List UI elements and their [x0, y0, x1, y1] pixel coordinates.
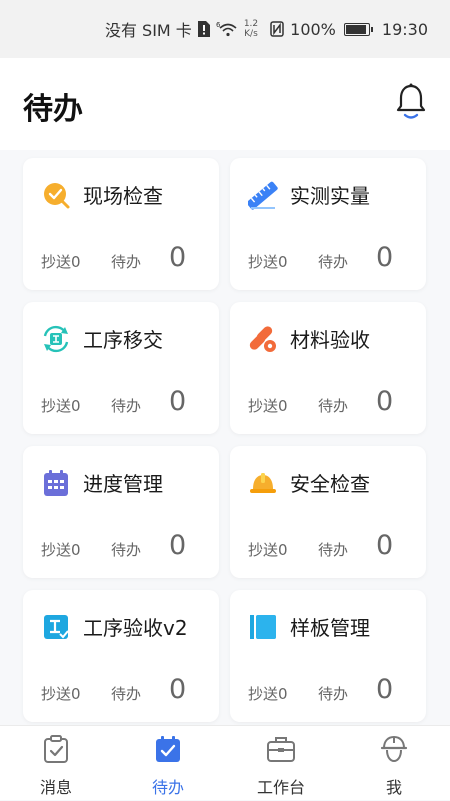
- speed-unit: K/s: [244, 29, 258, 39]
- card-name: 安全检查: [290, 472, 370, 496]
- sample-board-icon: [250, 615, 276, 639]
- pending-label: 待办: [111, 541, 142, 559]
- pending-count: 0: [169, 242, 187, 273]
- briefcase-icon: [267, 737, 295, 762]
- hardhat-icon: [250, 473, 276, 493]
- site-inspection-icon: [44, 183, 70, 209]
- pending-label: 待办: [111, 397, 142, 415]
- hardhat-profile-icon: [380, 735, 408, 763]
- carrier-label: 没有 SIM 卡: [104, 21, 192, 40]
- tab-messages[interactable]: 消息: [0, 726, 112, 801]
- cc-count: 抄送0: [41, 253, 81, 271]
- pending-label: 待办: [318, 541, 349, 559]
- pending-count: 0: [376, 530, 394, 561]
- wifi-icon: 6: [216, 21, 237, 37]
- page-title: 待办: [23, 92, 83, 127]
- tab-label: 消息: [39, 778, 72, 797]
- ruler-icon: [248, 181, 278, 210]
- status-bar: 没有 SIM 卡 6 1.2 K/s 100% 19:30: [0, 0, 450, 58]
- card-sample-management[interactable]: 样板管理 抄送0 待办 0: [230, 590, 426, 722]
- card-site-inspection[interactable]: 现场检查 抄送0 待办 0: [23, 158, 219, 290]
- cc-count: 抄送0: [248, 397, 288, 415]
- pending-count: 0: [376, 386, 394, 417]
- pending-count: 0: [376, 674, 394, 705]
- battery-icon: [343, 22, 373, 36]
- nfc-icon: [270, 21, 284, 37]
- card-name: 样板管理: [290, 616, 370, 640]
- page-header: 待办: [0, 58, 450, 150]
- card-materials-acceptance[interactable]: 材料验收 抄送0 待办 0: [230, 302, 426, 434]
- battery-percent: 100%: [290, 19, 336, 39]
- materials-icon: [249, 326, 276, 352]
- bottom-tab-bar: 消息 待办 工作台 我: [0, 725, 450, 800]
- pending-label: 待办: [111, 685, 142, 703]
- speed-value: 1.2: [243, 19, 259, 29]
- process-handover-icon: [43, 325, 69, 353]
- pending-count: 0: [169, 530, 187, 561]
- network-speed: 1.2 K/s: [244, 19, 258, 39]
- calendar-check-icon: [156, 736, 180, 762]
- tab-me[interactable]: 我: [338, 726, 450, 801]
- card-process-handover[interactable]: 工序移交 抄送0 待办 0: [23, 302, 219, 434]
- tab-todo[interactable]: 待办: [112, 726, 224, 801]
- sim-alert-icon: [197, 21, 210, 37]
- card-name: 工序验收v2: [83, 616, 188, 640]
- card-name: 材料验收: [290, 328, 370, 352]
- card-name: 进度管理: [83, 472, 163, 496]
- cc-count: 抄送0: [248, 685, 288, 703]
- card-name: 实测实量: [290, 184, 370, 208]
- calendar-icon: [44, 470, 68, 496]
- cc-count: 抄送0: [248, 541, 288, 559]
- card-safety-inspection[interactable]: 安全检查 抄送0 待办 0: [230, 446, 426, 578]
- pending-count: 0: [169, 386, 187, 417]
- card-name: 现场检查: [83, 184, 163, 208]
- cc-count: 抄送0: [41, 541, 81, 559]
- notification-bell-icon[interactable]: [394, 82, 428, 122]
- tab-label: 待办: [151, 778, 184, 797]
- pending-count: 0: [376, 242, 394, 273]
- tab-label: 我: [385, 778, 402, 797]
- card-process-acceptance[interactable]: 工序验收v2 抄送0 待办 0: [23, 590, 219, 722]
- pending-label: 待办: [318, 685, 349, 703]
- pending-label: 待办: [318, 397, 349, 415]
- tab-label: 工作台: [256, 778, 305, 797]
- card-progress-management[interactable]: 进度管理 抄送0 待办 0: [23, 446, 219, 578]
- card-name: 工序移交: [83, 328, 163, 352]
- card-measurement[interactable]: 实测实量 抄送0 待办 0: [230, 158, 426, 290]
- clock: 19:30: [381, 19, 428, 39]
- pending-label: 待办: [111, 253, 142, 271]
- cc-count: 抄送0: [248, 253, 288, 271]
- todo-grid: 现场检查 抄送0 待办 0 实测实量 抄送0 待办 0 工序移交 抄送0 待办 …: [0, 150, 450, 725]
- tab-workbench[interactable]: 工作台: [225, 726, 337, 801]
- cc-count: 抄送0: [41, 397, 81, 415]
- process-acceptance-icon: [44, 615, 69, 639]
- pending-count: 0: [169, 674, 187, 705]
- clipboard-check-icon: [44, 735, 68, 763]
- cc-count: 抄送0: [41, 685, 81, 703]
- pending-label: 待办: [318, 253, 349, 271]
